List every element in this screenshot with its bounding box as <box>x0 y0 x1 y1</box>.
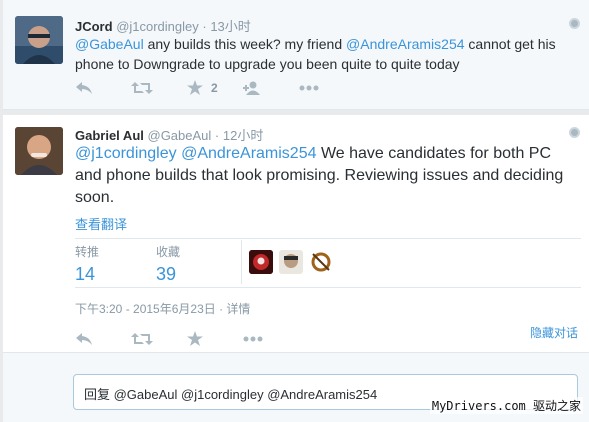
tweet-time[interactable]: · 13小时 <box>202 19 250 34</box>
retweet-button[interactable] <box>131 81 187 95</box>
favorite-stat[interactable]: 收藏 39 <box>156 243 180 285</box>
tweet-gabe-aul[interactable]: Gabriel Aul @GabeAul · 12小时 @j1cordingle… <box>3 115 589 352</box>
user-handle[interactable]: @GabeAul <box>148 128 212 143</box>
watermark: MyDrivers.com 驱动之家 <box>429 397 583 414</box>
favoriter-avatar[interactable] <box>249 250 273 274</box>
user-handle[interactable]: @j1cordingley <box>116 19 199 34</box>
translate-link[interactable]: 查看翻译 <box>75 214 127 233</box>
reply-button[interactable] <box>75 332 131 346</box>
tweet-time[interactable]: · 12小时 <box>215 128 263 143</box>
stats-divider <box>241 240 242 284</box>
tweet-text: @GabeAul any builds this week? my friend… <box>75 36 556 72</box>
retweet-button[interactable] <box>131 332 187 346</box>
tweet-timestamp[interactable]: 下午3:20 - 2015年6月23日 · 详情 <box>75 300 250 317</box>
follow-icon <box>243 81 260 95</box>
favorite-button[interactable] <box>187 331 243 347</box>
favorite-count: 2 <box>211 81 218 95</box>
user-name[interactable]: JCord <box>75 19 113 34</box>
favorite-count: 39 <box>156 264 177 284</box>
star-icon <box>187 331 203 346</box>
reply-icon <box>76 333 92 345</box>
favoriter-avatar[interactable] <box>279 250 303 274</box>
mention-link[interactable]: @j1cordingley <box>75 145 177 162</box>
mention-link[interactable]: @AndreAramis254 <box>181 145 316 162</box>
favoriter-avatar[interactable] <box>309 250 333 274</box>
tweet-actions <box>75 331 299 347</box>
follow-button[interactable] <box>243 81 299 95</box>
retweet-icon <box>131 333 153 345</box>
tweet-jcord[interactable]: JCord @j1cordingley · 13小时 @GabeAul any … <box>3 0 589 110</box>
user-name[interactable]: Gabriel Aul <box>75 128 144 143</box>
globe-icon <box>569 127 580 138</box>
tweet-text: @j1cordingley @AndreAramis254 We have ca… <box>75 145 564 206</box>
avatar[interactable] <box>15 16 63 64</box>
avatar[interactable] <box>15 127 63 175</box>
retweet-stat[interactable]: 转推 14 <box>75 243 99 285</box>
star-icon <box>187 80 203 95</box>
more-button[interactable] <box>299 85 355 91</box>
mention-link[interactable]: @AndreAramis254 <box>346 36 465 52</box>
globe-icon <box>569 18 580 29</box>
more-button[interactable] <box>243 336 299 342</box>
divider <box>75 238 581 239</box>
retweet-count: 14 <box>75 264 96 284</box>
favorite-button[interactable]: 2 <box>187 80 243 96</box>
tweet-header: Gabriel Aul @GabeAul · 12小时 <box>75 125 263 144</box>
tweet-header: JCord @j1cordingley · 13小时 <box>75 16 251 35</box>
hide-conversation-link[interactable]: 隐藏对话 <box>530 324 578 341</box>
divider <box>75 287 581 288</box>
retweet-icon <box>131 82 153 94</box>
reply-icon <box>76 82 92 94</box>
more-icon <box>243 336 263 342</box>
tweet-actions: 2 <box>75 80 355 96</box>
reply-button[interactable] <box>75 81 131 95</box>
more-icon <box>299 85 319 91</box>
mention-link[interactable]: @GabeAul <box>75 36 144 52</box>
